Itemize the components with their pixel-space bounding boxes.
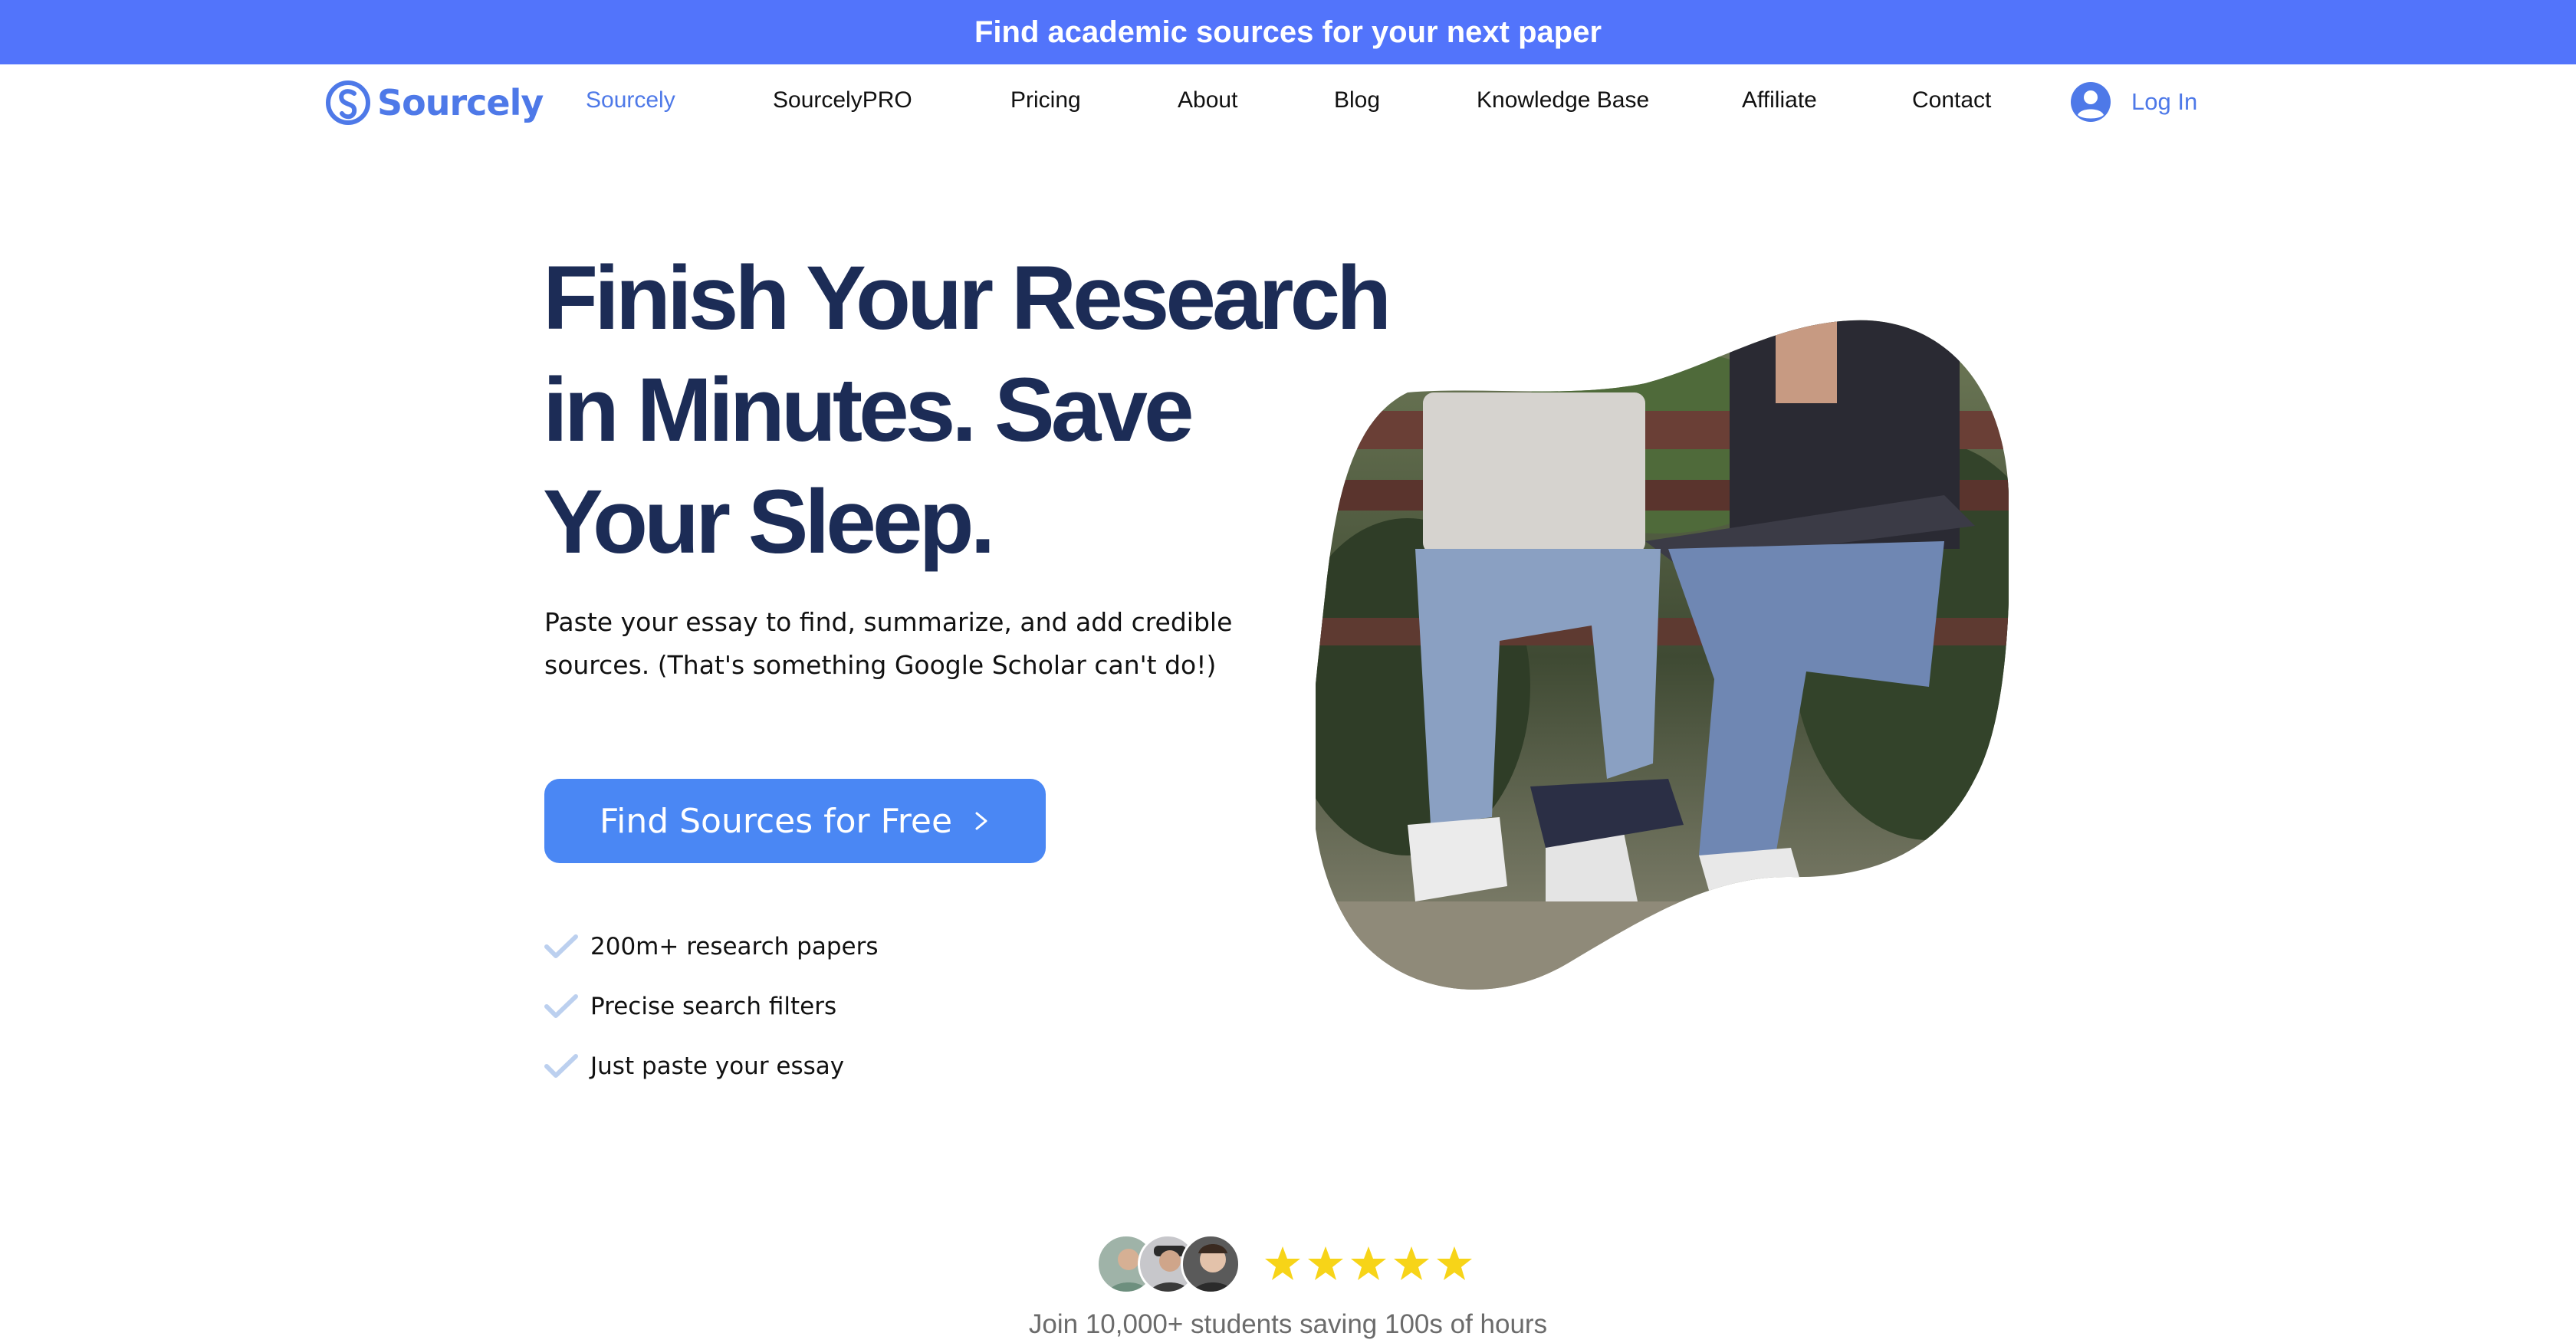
star-icon (1308, 1246, 1343, 1280)
subtitle-line: Paste your essay to find, summarize, and… (544, 607, 1233, 637)
logo-text: Sourcely (377, 82, 544, 123)
hero-photo (1316, 320, 2009, 990)
check-icon (544, 994, 578, 1018)
login-label: Log In (2131, 88, 2198, 115)
subtitle-line: sources. (That's something Google Schola… (544, 650, 1217, 680)
page: Find academic sources for your next pape… (0, 0, 2576, 1343)
nav-item-sourcely[interactable]: Sourcely (586, 87, 675, 113)
list-item: Just paste your essay (544, 1036, 878, 1096)
nav-item-pricing[interactable]: Pricing (1010, 87, 1081, 113)
student-avatars (1096, 1231, 1242, 1297)
rating-stars (1263, 1245, 1474, 1283)
hero-headline: Finish Your Research in Minutes. Save Yo… (543, 242, 1401, 578)
announcement-banner[interactable]: Find academic sources for your next pape… (0, 0, 2576, 64)
nav-item-sourcelypro[interactable]: SourcelyPRO (773, 87, 912, 113)
social-proof-text: Join 10,000+ students saving 100s of hou… (1028, 1309, 1548, 1339)
check-icon (544, 1054, 578, 1078)
nav-item-blog[interactable]: Blog (1334, 87, 1380, 113)
avatar (1181, 1234, 1240, 1294)
cta-label: Find Sources for Free (599, 801, 953, 841)
find-sources-button[interactable]: Find Sources for Free (544, 779, 1046, 863)
feature-text: Just paste your essay (590, 1052, 845, 1080)
login-button[interactable]: Log In (2070, 81, 2197, 123)
headline-line: Your Sleep. (543, 471, 995, 573)
star-icon (1394, 1246, 1429, 1280)
feature-text: Precise search filters (590, 993, 837, 1020)
headline-line: in Minutes. Save (543, 360, 1194, 461)
student-face-icon (1192, 1244, 1234, 1292)
sourcely-logo-icon (326, 80, 370, 125)
sourcely-logo[interactable]: Sourcely (325, 77, 544, 129)
star-icon (1265, 1246, 1300, 1280)
feature-list: 200m+ research papers Precise search fil… (544, 917, 878, 1096)
nav-item-knowledge-base[interactable]: Knowledge Base (1477, 87, 1649, 113)
star-icon (1351, 1246, 1386, 1280)
announcement-text: Find academic sources for your next pape… (974, 15, 1602, 49)
check-icon (544, 934, 578, 958)
hero-subtitle: Paste your essay to find, summarize, and… (544, 601, 1234, 687)
hero-image (1316, 320, 2009, 990)
nav-item-contact[interactable]: Contact (1912, 87, 1991, 113)
list-item: 200m+ research papers (544, 917, 878, 977)
list-item: Precise search filters (544, 977, 878, 1036)
social-proof (1096, 1231, 1474, 1297)
feature-text: 200m+ research papers (590, 933, 879, 960)
nav-item-about[interactable]: About (1178, 87, 1237, 113)
nav-item-affiliate[interactable]: Affiliate (1742, 87, 1817, 113)
headline-line: Finish Your Research (543, 248, 1392, 349)
chevron-right-icon (975, 812, 987, 830)
star-icon (1437, 1246, 1472, 1280)
main-nav: Sourcely Sourcely SourcelyPRO Pricing Ab… (0, 64, 2576, 141)
user-avatar-icon (2071, 82, 2111, 122)
